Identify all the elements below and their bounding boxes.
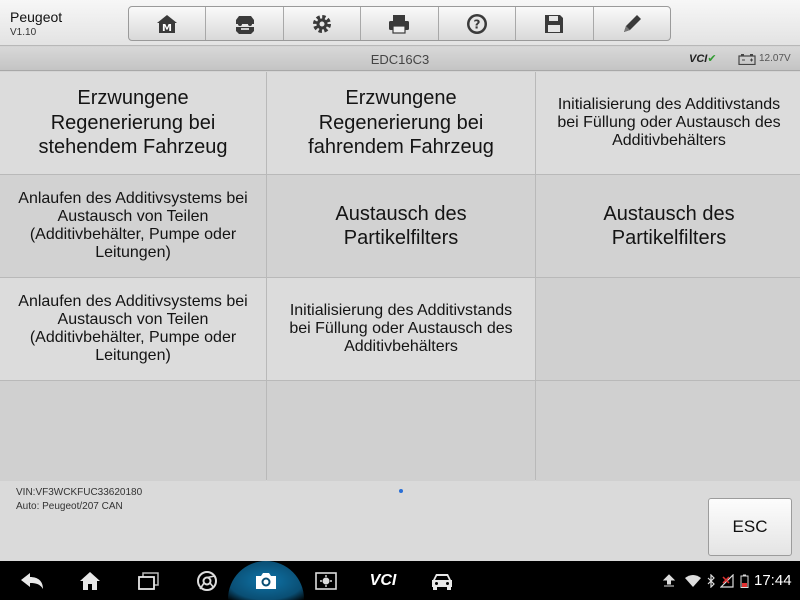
battery-voltage: 12.07V: [759, 53, 791, 64]
camera-icon: [256, 572, 276, 589]
toolbar: M ?: [128, 6, 671, 41]
function-label: Initialisierung des Additivstands bei Fü…: [289, 301, 513, 356]
function-label: Austausch des Partikelfilters: [335, 202, 467, 249]
function-label: Erzwungene Regenerierung bei fahrendem F…: [308, 87, 494, 159]
help-button[interactable]: ?: [439, 7, 517, 40]
no-signal-icon: [720, 574, 734, 588]
vci-nav-button[interactable]: VCI: [362, 561, 404, 600]
save-button[interactable]: [516, 7, 594, 40]
battery-status-icon: [740, 574, 749, 588]
function-forced-regeneration-stationary[interactable]: Erzwungene Regenerierung bei stehendem F…: [0, 72, 266, 174]
function-particle-filter-replacement[interactable]: Austausch des Partikelfilters: [267, 175, 535, 277]
top-header: Peugeot V1.10 M ?: [0, 0, 800, 46]
esc-button[interactable]: ESC: [708, 498, 792, 556]
vci-check-icon: ✔: [707, 53, 717, 65]
battery-icon: [738, 54, 756, 65]
recent-apps-icon: [138, 571, 159, 590]
vehicle-swap-button[interactable]: [206, 7, 284, 40]
car-swap-icon: [235, 15, 254, 34]
grid-empty-cell: [536, 381, 800, 483]
home-m-icon: M: [157, 14, 178, 34]
page-indicator-dot: [399, 489, 403, 493]
brightness-button[interactable]: [308, 561, 344, 600]
wifi-icon: [685, 575, 701, 587]
camera-button[interactable]: [228, 561, 304, 600]
brightness-icon: [315, 571, 337, 590]
chrome-icon: [197, 570, 217, 591]
auto-text: Auto: Peugeot/207 CAN: [16, 501, 123, 512]
vehicle-info-panel: VIN:VF3WCKFUC33620180 Auto: Peugeot/207 …: [0, 481, 800, 561]
function-additive-level-init-2[interactable]: Initialisierung des Additivstands bei Fü…: [267, 278, 535, 380]
svg-text:?: ?: [473, 17, 480, 31]
home-button[interactable]: M: [129, 7, 207, 40]
gear-icon: [313, 14, 332, 33]
function-particle-filter-replacement-2[interactable]: Austausch des Partikelfilters: [536, 175, 800, 277]
car-nav-button[interactable]: [424, 561, 460, 600]
vci-status-badge: VCI✔: [689, 52, 717, 65]
function-forced-regeneration-driving[interactable]: Erzwungene Regenerierung bei fahrendem F…: [267, 72, 535, 174]
module-title: EDC16C3: [370, 52, 430, 67]
grid-empty-cell: [536, 278, 800, 380]
function-label: Anlaufen des Additivsystems bei Austausc…: [18, 292, 248, 365]
app-version: V1.10: [10, 27, 37, 38]
function-additive-system-startup[interactable]: Anlaufen des Additivsystems bei Austausc…: [0, 175, 266, 277]
function-label: Initialisierung des Additivstands bei Fü…: [557, 95, 781, 150]
print-button[interactable]: [361, 7, 439, 40]
edit-button[interactable]: [594, 7, 670, 40]
vin-text: VIN:VF3WCKFUC33620180: [16, 487, 143, 498]
help-icon: ?: [466, 13, 487, 34]
function-additive-system-startup-2[interactable]: Anlaufen des Additivsystems bei Austausc…: [0, 278, 266, 380]
status-clock: 17:44: [754, 572, 792, 589]
car-icon: [432, 573, 452, 590]
vci-label: VCI: [689, 53, 708, 65]
recent-apps-button[interactable]: [131, 561, 167, 600]
function-grid: Erzwungene Regenerierung bei stehendem F…: [0, 72, 800, 483]
grid-empty-cell: [0, 381, 266, 483]
home-nav-button[interactable]: [72, 561, 108, 600]
function-additive-level-init[interactable]: Initialisierung des Additivstands bei Fü…: [536, 72, 800, 174]
upload-icon: [662, 574, 676, 587]
function-label: Anlaufen des Additivsystems bei Austausc…: [18, 189, 248, 262]
printer-icon: [389, 14, 410, 34]
floppy-disk-icon: [545, 14, 564, 33]
settings-button[interactable]: [284, 7, 362, 40]
svg-text:M: M: [162, 23, 172, 34]
function-label: Austausch des Partikelfilters: [603, 202, 735, 249]
function-label: Erzwungene Regenerierung bei stehendem F…: [38, 87, 228, 159]
vci-nav-label: VCI: [369, 571, 397, 589]
grid-empty-cell: [267, 381, 535, 483]
chrome-button[interactable]: [189, 561, 225, 600]
back-arrow-icon: [21, 572, 43, 589]
back-button[interactable]: [14, 561, 50, 600]
bluetooth-icon: [707, 574, 715, 588]
app-title: Peugeot: [10, 9, 63, 25]
android-nav-bar: VCI 17:44: [0, 561, 800, 600]
home-icon: [80, 571, 100, 590]
pencil-icon: [623, 14, 641, 32]
module-bar: EDC16C3 VCI✔ 12.07V: [0, 47, 800, 71]
